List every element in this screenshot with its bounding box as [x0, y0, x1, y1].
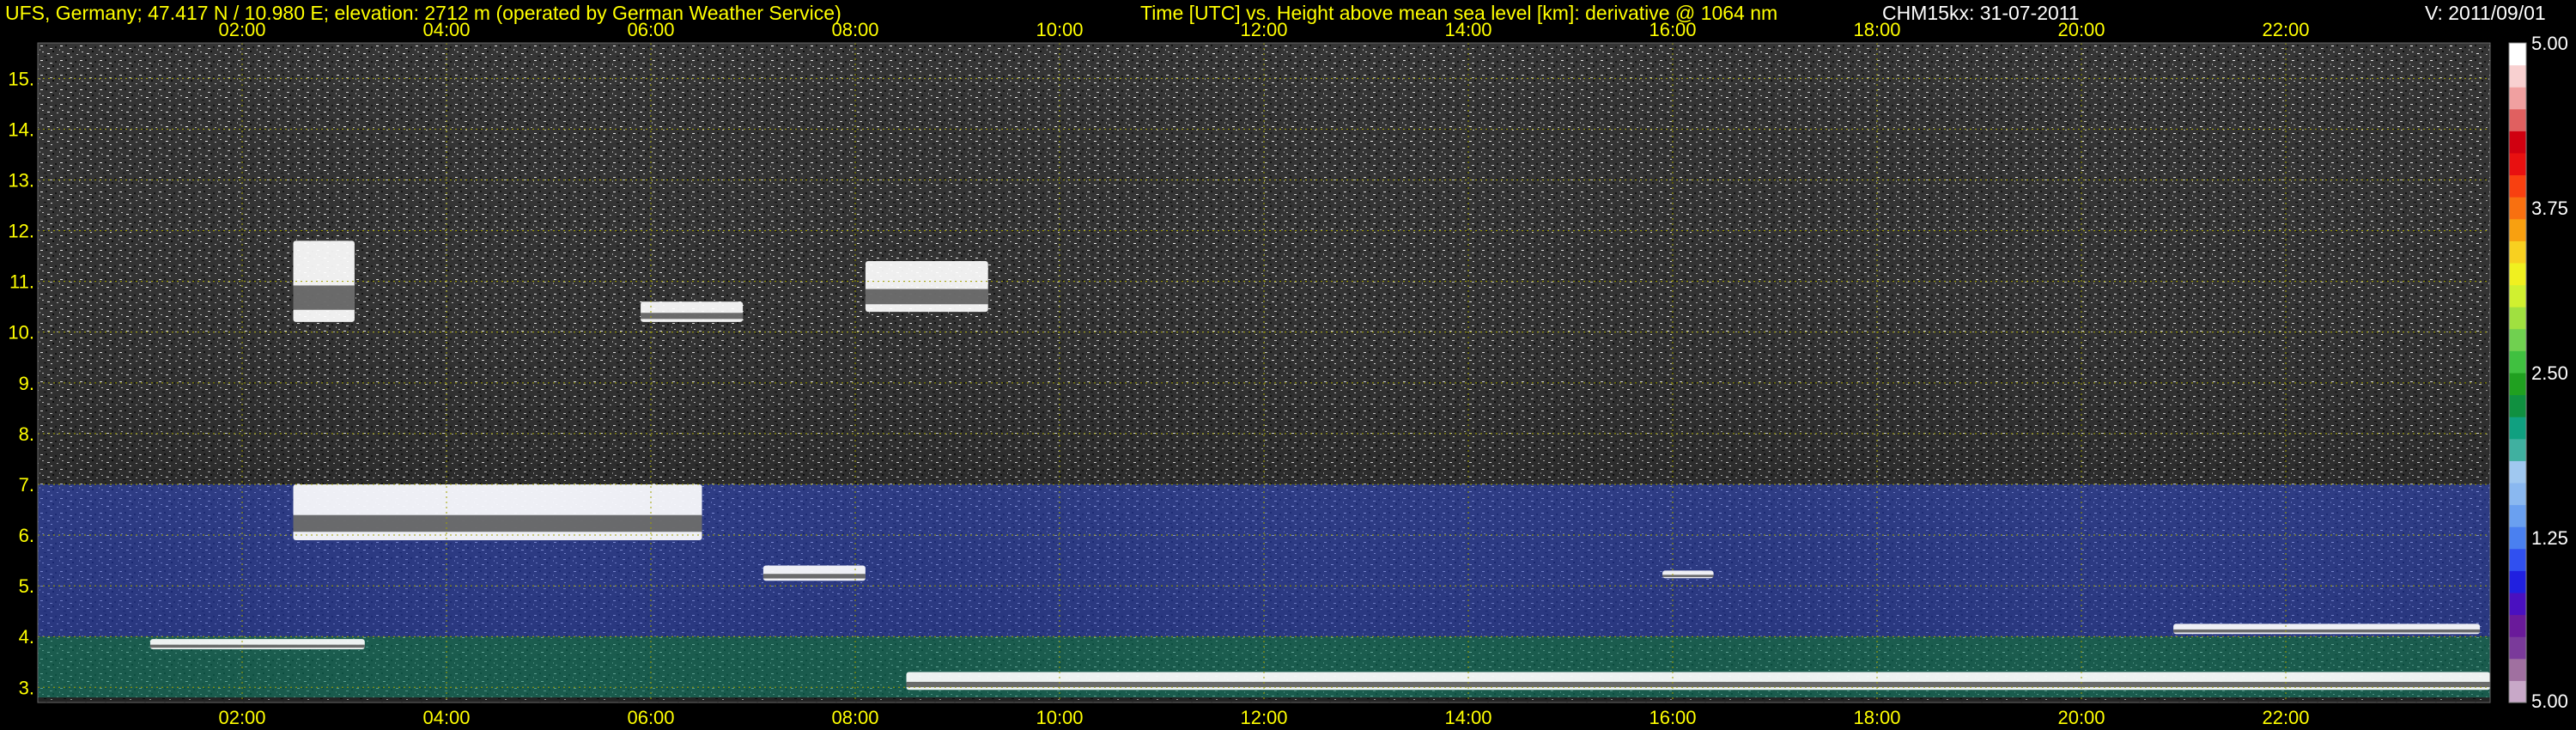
- colorbar-tick-label: 2.50: [2531, 362, 2568, 384]
- x-tick-label-bottom: 20:00: [2057, 707, 2105, 728]
- layer-cloud-8: [1662, 570, 1714, 579]
- colorbar-swatch: [2509, 658, 2526, 681]
- colorbar-swatch: [2509, 307, 2526, 330]
- x-tick-label-top: 04:00: [422, 19, 470, 40]
- x-tick-label-top: 02:00: [218, 19, 265, 40]
- x-tick-label-bottom: 02:00: [218, 707, 265, 728]
- colorbar-swatch: [2509, 197, 2526, 220]
- colorbar-swatch: [2509, 153, 2526, 176]
- y-tick-label: 6.: [19, 525, 34, 546]
- colorbar-swatch: [2509, 394, 2526, 417]
- colorbar-swatch: [2509, 218, 2526, 241]
- x-tick-label-top: 20:00: [2057, 19, 2105, 40]
- x-tick-label-top: 12:00: [1240, 19, 1287, 40]
- colorbar-swatch: [2509, 64, 2526, 88]
- colorbar-swatch: [2509, 263, 2526, 286]
- colorbar-swatch: [2509, 87, 2526, 110]
- colorbar-swatch: [2509, 373, 2526, 396]
- colorbar-swatch: [2509, 548, 2526, 571]
- y-tick-label: 14.: [8, 119, 34, 140]
- colorbar-swatch: [2509, 680, 2526, 703]
- colorbar-swatch: [2509, 174, 2526, 198]
- x-tick-label-bottom: 22:00: [2262, 707, 2309, 728]
- x-tick-label-bottom: 16:00: [1649, 707, 1696, 728]
- layer-cloud-2: [149, 639, 365, 649]
- colorbar-tick-label: 3.75: [2531, 198, 2568, 219]
- colorbar-swatch: [2509, 593, 2526, 616]
- y-tick-label: 5.: [19, 575, 34, 597]
- y-tick-label: 7.: [19, 474, 34, 496]
- colorbar-tick-label: 5.00: [2531, 690, 2568, 712]
- ceilometer-chart: 02:00 02:00 04:00 04:00 06:00 06:00 08:00 08:00…: [8, 19, 2568, 728]
- x-tick-label-top: 06:00: [627, 19, 674, 40]
- colorbar-swatch: [2509, 570, 2526, 593]
- layer-cloud-9: [2173, 624, 2481, 635]
- colorbar-swatch: [2509, 526, 2526, 550]
- layer-cloud-3: [293, 484, 702, 540]
- colorbar-swatch: [2509, 438, 2526, 461]
- colorbar-swatch: [2509, 284, 2526, 307]
- x-tick-label-top: 22:00: [2262, 19, 2309, 40]
- colorbar-swatch: [2509, 328, 2526, 351]
- y-tick-label: 3.: [19, 677, 34, 698]
- layer-cloud-4: [293, 240, 355, 322]
- x-tick-label-top: 10:00: [1036, 19, 1083, 40]
- y-tick-label: 15.: [8, 68, 34, 89]
- colorbar-tick-label: 5.00: [2531, 33, 2568, 54]
- colorbar-swatch: [2509, 483, 2526, 506]
- x-tick-label-top: 18:00: [1853, 19, 1900, 40]
- colorbar-swatch: [2509, 460, 2526, 484]
- colorbar-swatch: [2509, 614, 2526, 637]
- y-tick-label: 9.: [19, 373, 34, 394]
- colorbar-swatch: [2509, 350, 2526, 374]
- y-tick-label: 11.: [9, 271, 34, 293]
- x-tick-label-bottom: 06:00: [627, 707, 674, 728]
- x-tick-label-bottom: 14:00: [1444, 707, 1492, 728]
- x-tick-label-top: 08:00: [831, 19, 878, 40]
- x-tick-label-bottom: 12:00: [1240, 707, 1287, 728]
- colorbar-swatch: [2509, 240, 2526, 264]
- x-tick-label-bottom: 04:00: [422, 707, 470, 728]
- x-tick-label-bottom: 18:00: [1853, 707, 1900, 728]
- layer-cloud-5: [641, 301, 744, 322]
- x-tick-label-bottom: 10:00: [1036, 707, 1083, 728]
- y-tick-label: 13.: [8, 170, 34, 192]
- y-tick-label: 12.: [8, 221, 34, 242]
- layer-cloud-7: [865, 261, 988, 313]
- colorbar-tick-label: 1.25: [2531, 527, 2568, 549]
- colorbar-swatch: [2509, 43, 2526, 66]
- colorbar-swatch: [2509, 108, 2526, 131]
- colorbar-swatch: [2509, 417, 2526, 440]
- colorbar-swatch: [2509, 636, 2526, 660]
- colorbar-swatch: [2509, 131, 2526, 154]
- x-tick-label-top: 16:00: [1649, 19, 1696, 40]
- x-tick-label-bottom: 08:00: [831, 707, 878, 728]
- y-tick-label: 10.: [8, 322, 34, 344]
- y-tick-label: 8.: [19, 423, 34, 445]
- y-tick-label: 4.: [19, 626, 34, 648]
- layer-cloud-6: [762, 565, 866, 581]
- x-tick-label-top: 14:00: [1444, 19, 1492, 40]
- colorbar-swatch: [2509, 504, 2526, 527]
